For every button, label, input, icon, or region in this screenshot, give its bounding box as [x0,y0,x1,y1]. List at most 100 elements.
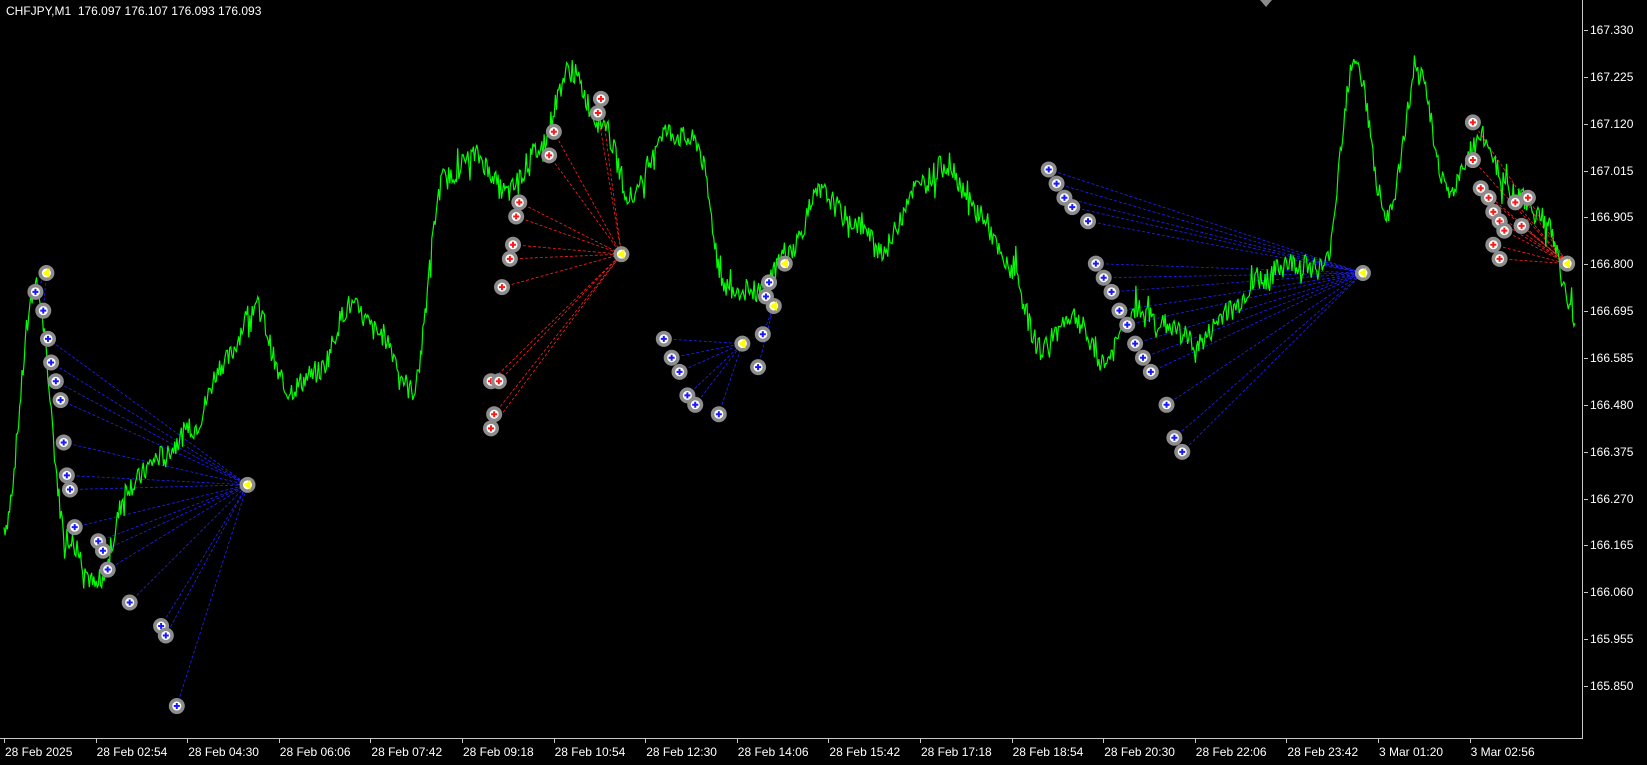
buy-link-line [1064,197,1364,274]
blue-plus-circle-icon[interactable] [47,373,64,390]
time-axis-label: 28 Feb 2025 [5,745,73,759]
yellow-arrow-left-icon[interactable] [239,476,256,493]
plot-area[interactable]: CHFJPY,M1 176.097 176.107 176.093 176.09… [0,0,1583,739]
sell-link-line [600,98,622,255]
red-plus-circle-icon[interactable] [592,90,609,107]
blue-plus-circle-icon[interactable] [39,330,56,347]
blue-plus-circle-icon[interactable] [1095,269,1112,286]
blue-plus-circle-icon[interactable] [157,627,174,644]
time-axis-label: 28 Feb 09:18 [463,745,534,759]
red-plus-circle-icon[interactable] [1480,189,1497,206]
price-axis-label: 167.330 [1590,23,1634,37]
price-axis-label: 166.695 [1590,304,1634,319]
red-plus-circle-icon[interactable] [490,373,507,390]
blue-plus-circle-icon[interactable] [1127,335,1144,352]
price-axis-tick [1584,639,1588,641]
blue-plus-circle-icon[interactable] [94,542,111,559]
yellow-arrow-left-icon[interactable] [1354,265,1371,282]
blue-plus-circle-icon[interactable] [1174,443,1191,460]
red-plus-circle-icon[interactable] [589,104,606,121]
blue-plus-circle-icon[interactable] [1158,396,1175,413]
blue-plus-circle-icon[interactable] [1111,302,1128,319]
red-plus-circle-icon[interactable] [1464,114,1481,131]
chart-window[interactable]: CHFJPY,M1 176.097 176.107 176.093 176.09… [0,0,1647,765]
buy-link-line [1174,272,1364,439]
price-axis-label: 167.015 [1590,163,1634,178]
price-axis-tick [1584,123,1588,125]
red-plus-circle-icon[interactable] [1485,236,1502,253]
yellow-arrow-left-icon[interactable] [613,246,630,263]
blue-plus-circle-icon[interactable] [1064,199,1081,216]
time-axis[interactable]: 28 Feb 2025 28 Feb 02:54 28 Feb 04:30 28 Fe… [0,739,1583,765]
red-plus-circle-icon[interactable] [505,236,522,253]
buy-link-line [1111,272,1363,293]
yellow-arrow-left-icon[interactable] [776,255,793,272]
red-plus-circle-icon[interactable] [494,279,511,296]
time-axis-label: 28 Feb 22:06 [1195,745,1267,759]
blue-plus-circle-icon[interactable] [655,330,672,347]
price-axis[interactable]: 167.330 167.225 167.120 167.015 166.905 166.8… [1584,0,1647,739]
price-axis-tick [1584,76,1588,78]
blue-plus-circle-icon[interactable] [1134,349,1151,366]
red-plus-circle-icon[interactable] [486,406,503,423]
blue-plus-circle-icon[interactable] [1048,175,1065,192]
blue-plus-circle-icon[interactable] [35,302,52,319]
blue-plus-circle-icon[interactable] [1087,255,1104,272]
blue-plus-circle-icon[interactable] [27,283,44,300]
blue-plus-circle-icon[interactable] [55,434,72,451]
blue-plus-circle-icon[interactable] [52,392,69,409]
quote-close: 176.093 [218,4,262,18]
blue-plus-circle-icon[interactable] [99,561,116,578]
buy-link-line [663,338,743,345]
blue-plus-circle-icon[interactable] [1119,316,1136,333]
buy-link-line [694,343,743,406]
time-axis-tick [1194,739,1196,743]
blue-plus-circle-icon[interactable] [168,698,185,715]
blue-plus-circle-icon[interactable] [1103,283,1120,300]
blue-plus-circle-icon[interactable] [61,481,78,498]
time-axis-label: 28 Feb 07:42 [371,745,443,759]
yellow-arrow-left-icon[interactable] [765,297,782,314]
blue-plus-circle-icon[interactable] [66,519,83,536]
blue-plus-circle-icon[interactable] [761,274,778,291]
buy-link-line [69,484,248,490]
red-plus-circle-icon[interactable] [511,194,528,211]
blue-plus-circle-icon[interactable] [1079,213,1096,230]
red-plus-circle-icon[interactable] [508,208,525,225]
time-axis-label: 3 Mar 02:56 [1470,745,1535,759]
time-axis-label: 28 Feb 17:18 [921,745,992,759]
red-plus-circle-icon[interactable] [541,147,558,164]
blue-plus-circle-icon[interactable] [58,467,75,484]
blue-plus-circle-icon[interactable] [43,354,60,371]
red-plus-circle-icon[interactable] [501,250,518,267]
blue-plus-circle-icon[interactable] [121,594,138,611]
buy-link-line [718,343,743,415]
blue-plus-circle-icon[interactable] [750,359,767,376]
blue-plus-circle-icon[interactable] [710,406,727,423]
blue-plus-circle-icon[interactable] [1040,161,1057,178]
blue-plus-circle-icon[interactable] [671,363,688,380]
buy-link-line [60,399,248,486]
blue-plus-circle-icon[interactable] [663,349,680,366]
red-plus-circle-icon[interactable] [1496,222,1513,239]
red-plus-circle-icon[interactable] [1513,217,1530,234]
red-plus-circle-icon[interactable] [1519,189,1536,206]
red-plus-circle-icon[interactable] [1491,250,1508,267]
red-plus-circle-icon[interactable] [1464,152,1481,169]
quote-low: 176.093 [171,4,215,18]
price-axis-tick [1584,686,1588,687]
price-chart[interactable] [0,0,1583,739]
sell-link-line [490,253,622,429]
time-axis-label: 28 Feb 06:06 [279,745,351,759]
time-axis-label: 28 Feb 18:54 [1012,745,1084,759]
blue-plus-circle-icon[interactable] [687,396,704,413]
chart-shift-triangle-icon[interactable] [1260,0,1272,7]
red-plus-circle-icon[interactable] [545,123,562,140]
blue-plus-circle-icon[interactable] [1166,429,1183,446]
red-plus-circle-icon[interactable] [483,420,500,437]
yellow-arrow-left-icon[interactable] [734,335,751,352]
blue-plus-circle-icon[interactable] [754,326,771,343]
yellow-arrow-left-icon[interactable] [1559,255,1576,272]
yellow-arrow-left-icon[interactable] [38,265,55,282]
blue-plus-circle-icon[interactable] [1142,363,1159,380]
